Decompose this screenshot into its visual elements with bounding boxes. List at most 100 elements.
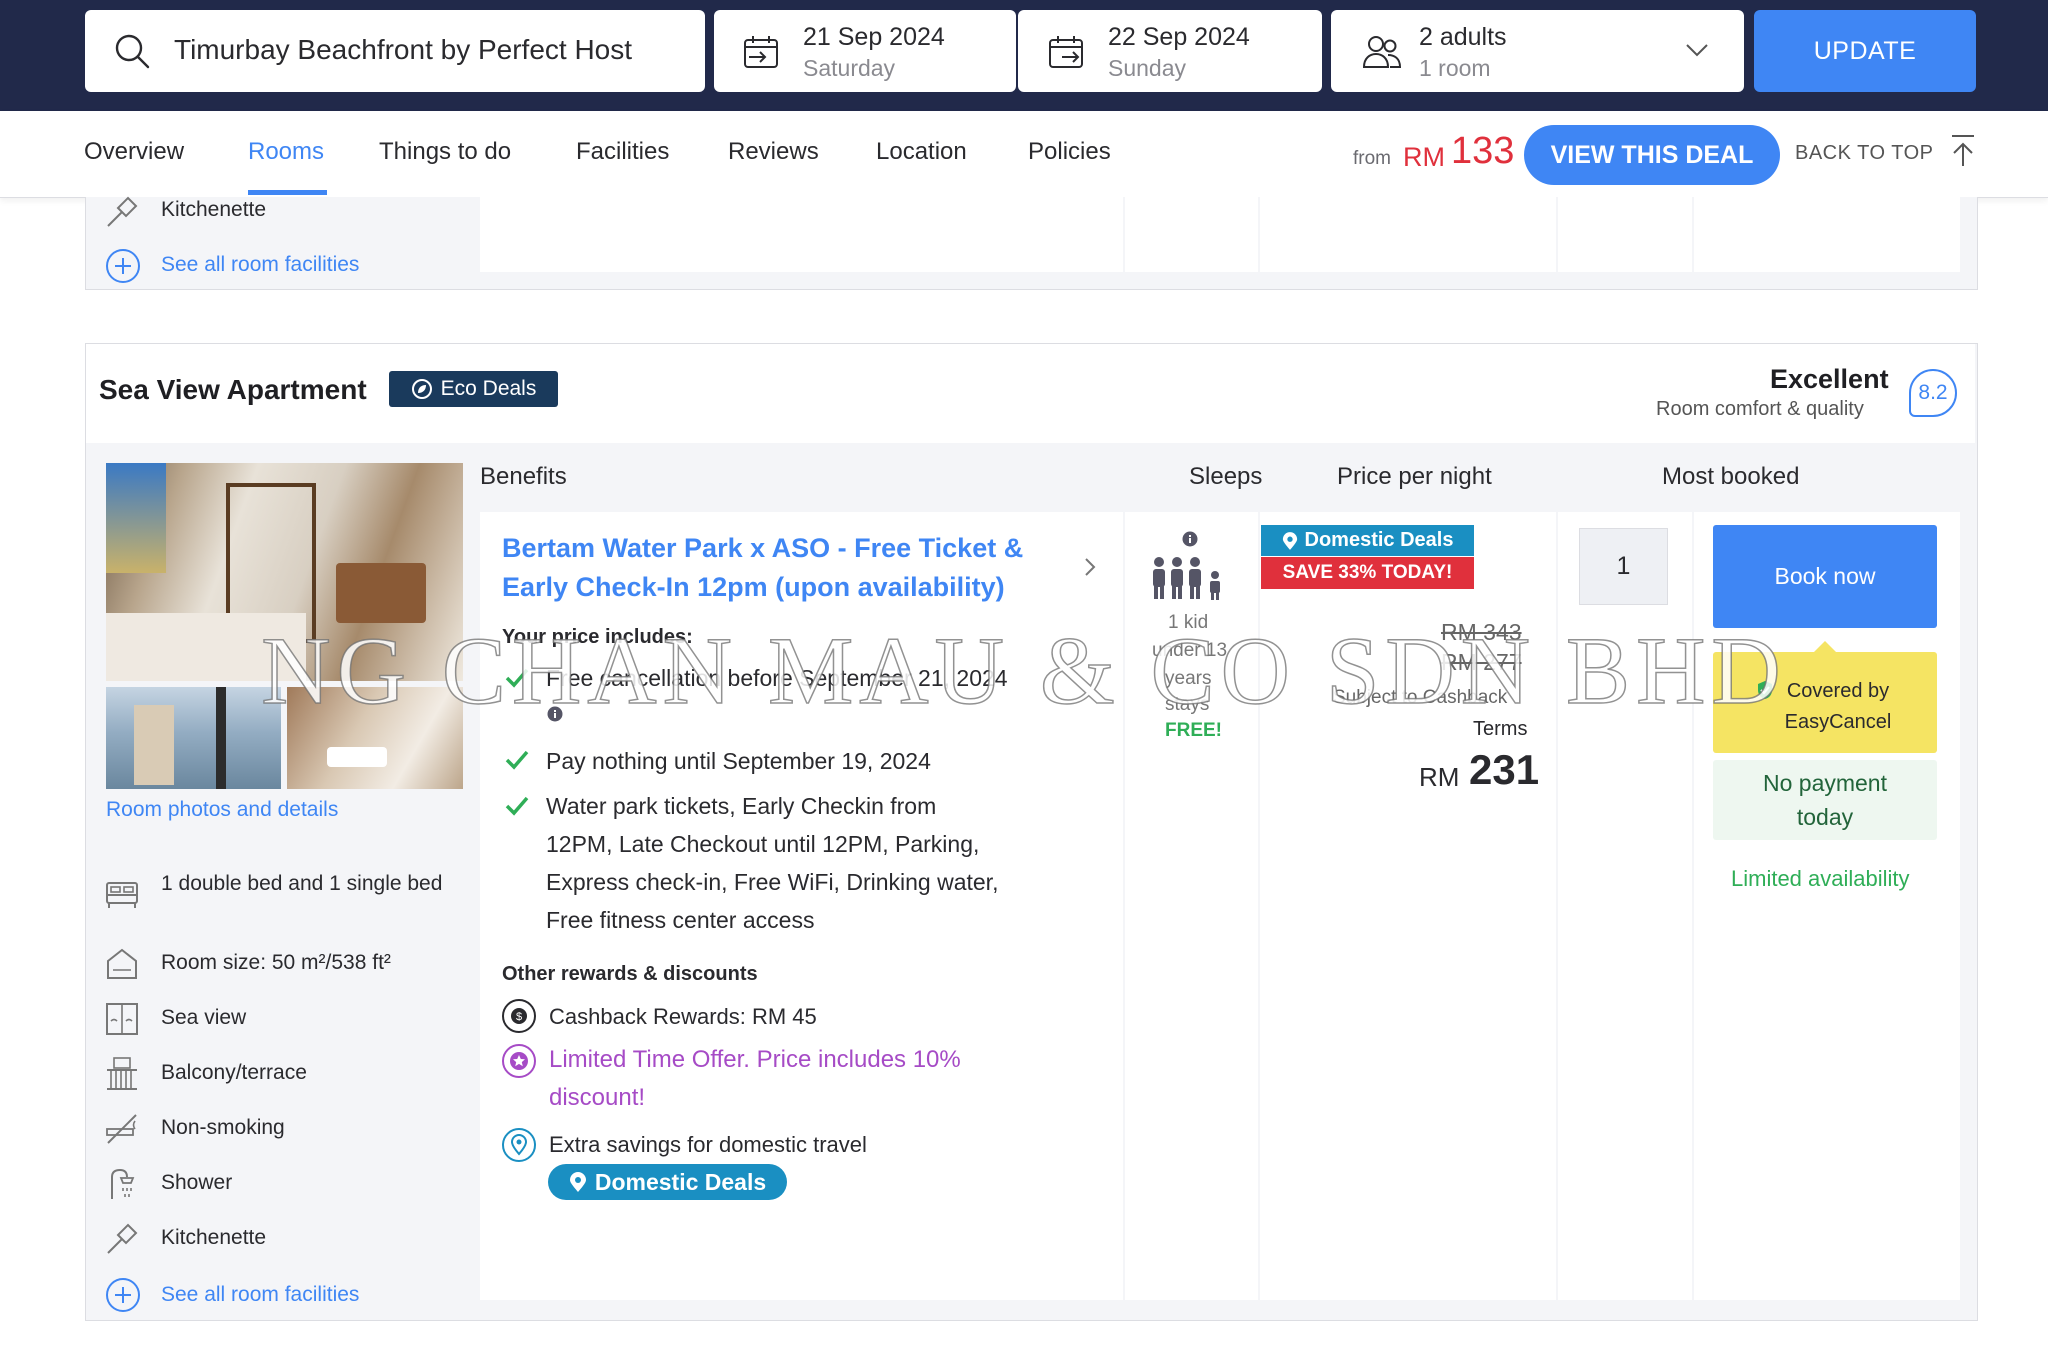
limited-offer-line2: discount! (549, 1084, 646, 1111)
tab-things-to-do[interactable]: Things to do (379, 138, 511, 166)
bed-icon (106, 882, 138, 908)
pin-icon (569, 1172, 586, 1192)
save-badge: SAVE 33% TODAY! (1261, 557, 1474, 589)
guests-count: 2 adults (1419, 23, 1507, 51)
star-badge-icon (502, 1044, 536, 1078)
prev-see-all-facilities-link[interactable]: See all room facilities (161, 253, 359, 277)
checkin-date-picker[interactable]: 21 Sep 2024 Saturday (714, 10, 1016, 92)
from-price: 133 (1451, 130, 1515, 172)
info-icon[interactable] (1182, 531, 1198, 547)
see-all-facilities-link[interactable]: See all room facilities (161, 1283, 359, 1307)
room-name: Sea View Apartment (99, 374, 367, 405)
limited-availability: Limited availability (1731, 866, 1910, 891)
eco-deals-label: Eco Deals (440, 377, 537, 400)
pin-icon (1282, 531, 1297, 550)
facility-kitchenette: Kitchenette (161, 1226, 267, 1249)
from-label: from (1353, 148, 1391, 169)
prev-facility-kitchenette: Kitchenette (161, 198, 267, 221)
plus-circle-icon[interactable] (105, 248, 141, 284)
prev-price-cell (1260, 197, 1556, 272)
eco-leaf-icon (411, 379, 432, 399)
prev-booking-cell (1694, 197, 1960, 272)
update-button[interactable]: UPDATE (1754, 10, 1976, 92)
rooms-count: 1 room (1419, 55, 1491, 81)
rating-subtitle: Room comfort & quality (1656, 398, 1864, 420)
benefit-line-1: Water park tickets, Early Checkin from (546, 793, 937, 819)
arrow-up-icon[interactable] (1950, 134, 1976, 168)
checkout-date-picker[interactable]: 22 Sep 2024 Sunday (1018, 10, 1322, 92)
plus-circle-icon[interactable] (105, 1277, 141, 1313)
kitchenette-icon (107, 196, 138, 227)
shower-icon (111, 1168, 135, 1199)
limited-offer-line1: Limited Time Offer. Price includes 10% (549, 1046, 961, 1073)
eco-deals-badge[interactable]: Eco Deals (389, 371, 558, 407)
facility-bed: 1 double bed and 1 single bed (161, 872, 443, 895)
offer-title-line1[interactable]: Bertam Water Park x ASO - Free Ticket & (502, 533, 1023, 564)
no-payment-box: No payment today (1713, 760, 1937, 840)
facility-non-smoking: Non-smoking (161, 1116, 285, 1139)
cashback-rewards: Cashback Rewards: RM 45 (549, 1004, 817, 1029)
domestic-travel-text: Extra savings for domestic travel (549, 1132, 867, 1157)
domestic-deals-pill: Domestic Deals (548, 1164, 787, 1200)
domestic-deals-pill-label: Domestic Deals (594, 1168, 767, 1195)
occupancy-icon (1153, 557, 1220, 600)
check-icon (505, 750, 529, 770)
header-most-booked: Most booked (1662, 463, 1800, 490)
check-icon (505, 796, 529, 816)
view-this-deal-button[interactable]: VIEW THIS DEAL (1524, 125, 1780, 185)
tab-facilities[interactable]: Facilities (576, 138, 669, 166)
tab-location[interactable]: Location (876, 138, 967, 166)
active-tab-indicator (248, 190, 327, 195)
location-pin-icon (502, 1128, 536, 1162)
rewards-label: Other rewards & discounts (502, 963, 758, 985)
from-currency: RM (1403, 142, 1445, 172)
back-to-top-link[interactable]: BACK TO TOP (1795, 142, 1934, 165)
room-size-icon (107, 948, 137, 979)
final-price-currency: RM (1419, 762, 1460, 792)
header-price: Price per night (1337, 463, 1492, 490)
facility-sea-view: Sea view (161, 1006, 247, 1029)
benefit-line-2: 12PM, Late Checkout until 12PM, Parking, (546, 831, 980, 857)
checkout-day: Sunday (1108, 55, 1187, 81)
benefit-line-3: Express check-in, Free WiFi, Drinking wa… (546, 869, 999, 895)
room-card-header (86, 344, 1975, 443)
chevron-down-icon (1686, 44, 1708, 57)
room-photos-link[interactable]: Room photos and details (106, 798, 338, 822)
kitchenette-icon (107, 1223, 138, 1254)
search-icon (115, 34, 150, 69)
hotel-search-input[interactable]: Timurbay Beachfront by Perfect Host (85, 10, 705, 92)
facility-shower: Shower (161, 1171, 233, 1194)
tab-reviews[interactable]: Reviews (728, 138, 819, 166)
tab-overview[interactable]: Overview (84, 138, 184, 166)
rating-score: 8.2 (1909, 369, 1957, 417)
book-now-button[interactable]: Book now (1713, 525, 1937, 628)
tab-rooms[interactable]: Rooms (248, 138, 324, 166)
prev-sleeps-cell (1125, 197, 1258, 272)
room-quantity-select[interactable]: 1 (1579, 528, 1668, 605)
rating-label: Excellent (1770, 364, 1889, 394)
guests-selector[interactable]: 2 adults 1 room (1331, 10, 1744, 92)
hotel-name-value: Timurbay Beachfront by Perfect Host (174, 34, 633, 65)
svg-text:$: $ (516, 1011, 522, 1023)
checkin-day: Saturday (803, 55, 896, 81)
final-price: 231 (1469, 746, 1540, 793)
benefit-line-4: Free fitness center access (546, 907, 815, 933)
cashback-icon: $ (502, 999, 536, 1033)
sea-view-icon (106, 1003, 138, 1035)
calendar-out-icon (1049, 36, 1083, 68)
facility-balcony: Balcony/terrace (161, 1061, 307, 1084)
facility-room-size: Room size: 50 m²/538 ft² (161, 951, 391, 974)
calendar-in-icon (744, 36, 778, 68)
header-benefits: Benefits (480, 463, 567, 490)
benefit-pay-nothing: Pay nothing until September 19, 2024 (546, 748, 931, 774)
chevron-right-icon[interactable] (1082, 555, 1098, 579)
guests-icon (1362, 36, 1402, 68)
offer-title-line2[interactable]: Early Check-In 12pm (upon availability) (502, 572, 1005, 603)
dining-table (336, 563, 426, 623)
wall-art (106, 463, 166, 573)
tab-policies[interactable]: Policies (1028, 138, 1111, 166)
balcony-icon (107, 1057, 137, 1090)
price-domestic-badge: Domestic Deals (1261, 525, 1474, 556)
header-sleeps: Sleeps (1189, 463, 1263, 490)
checkin-date: 21 Sep 2024 (803, 23, 945, 51)
